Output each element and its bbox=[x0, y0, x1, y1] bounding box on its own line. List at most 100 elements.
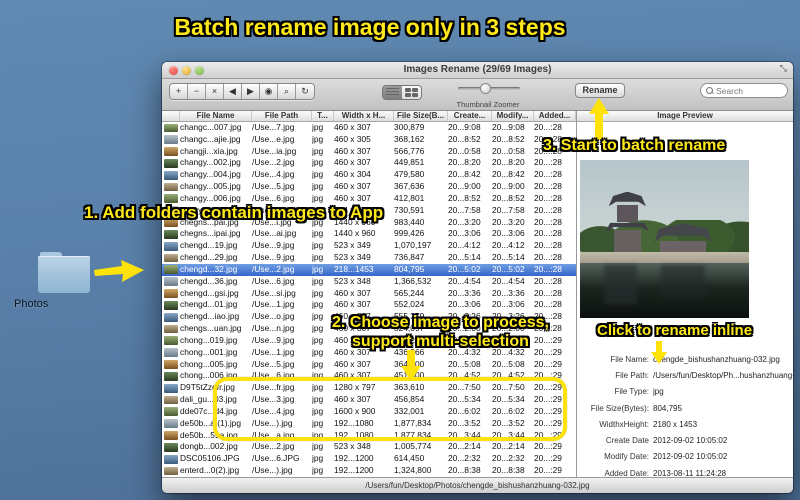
thumbnail-icon bbox=[164, 289, 178, 298]
table-row[interactable]: changy...005.jpg/Use...5.jpg jpg 460 x 307… bbox=[162, 181, 576, 193]
table-cell: /Use...5.jpg bbox=[252, 181, 295, 192]
thumbnail-icon bbox=[164, 419, 178, 429]
slider-knob[interactable] bbox=[480, 83, 491, 94]
table-cell: 566,776 bbox=[394, 145, 425, 156]
refresh-button[interactable]: ↻ bbox=[296, 84, 314, 99]
table-cell: jpg bbox=[312, 311, 324, 322]
table-row[interactable]: chong...005.jpg/Use...5.jpgjpg460 x 3073… bbox=[162, 359, 576, 371]
table-cell: 460 x 307 bbox=[334, 145, 371, 156]
table-cell: 20...3:06 bbox=[492, 299, 525, 310]
column-header-File Size(B...[interactable]: File Size(B... bbox=[394, 111, 448, 121]
table-cell: 20...3:06 bbox=[448, 228, 481, 239]
thumbnail-icon bbox=[164, 135, 178, 145]
table-cell: 460 x 307 bbox=[334, 122, 371, 132]
table-row[interactable]: chengd...29.jpg/Use...9.jpg jpg 523 x 349 7… bbox=[162, 252, 576, 264]
zoom-window-button[interactable] bbox=[195, 66, 204, 75]
table-cell: 20...:28 bbox=[534, 192, 562, 203]
search-field[interactable] bbox=[700, 83, 788, 98]
table-row[interactable]: chengd...36.jpg/Use...6.jpg jpg 523 x 348 1… bbox=[162, 276, 576, 288]
table-cell: 20...4:12 bbox=[492, 240, 525, 251]
column-header-Create...[interactable]: Create... bbox=[448, 111, 492, 121]
table-cell: chong...019.jpg bbox=[180, 334, 238, 345]
table-cell: 523 x 348 bbox=[334, 275, 371, 286]
title-bar[interactable]: Images Rename (29/69 Images) ⤡ bbox=[162, 62, 793, 79]
thumbnail-icon bbox=[164, 324, 178, 334]
multi-selection-highlight-rect bbox=[213, 377, 567, 441]
search-button[interactable]: ⌕ bbox=[278, 84, 296, 99]
photos-folder-icon[interactable] bbox=[38, 252, 90, 294]
table-cell: 20...8:52 bbox=[492, 133, 525, 144]
table-row[interactable]: changc...007.jpg/Use...7.jpg jpg 460 x 307… bbox=[162, 122, 576, 134]
info-label: WidthxHeight: bbox=[599, 419, 649, 429]
table-cell: 20...8:52 bbox=[492, 192, 525, 203]
table-cell: 1440 x 960 bbox=[334, 228, 376, 239]
delete-button[interactable]: × bbox=[206, 84, 224, 99]
table-cell: 192...1200 bbox=[334, 465, 374, 476]
table-row[interactable]: changy...002.jpg/Use...2.jpg jpg 460 x 307… bbox=[162, 157, 576, 169]
table-cell: 20...2:14 bbox=[492, 441, 525, 452]
table-cell: 1,324,800 bbox=[394, 465, 432, 476]
table-row[interactable]: dongb...002.jpg/Use...2.jpg jpg 523 x 348 1… bbox=[162, 441, 576, 453]
search-input[interactable] bbox=[716, 85, 782, 96]
table-cell: 20...:28 bbox=[534, 287, 562, 298]
add-button[interactable]: + bbox=[170, 84, 188, 99]
table-cell: 460 x 307 bbox=[334, 358, 371, 369]
table-cell: /Use...e.jpg bbox=[252, 133, 295, 144]
grid-view-button[interactable] bbox=[402, 86, 421, 99]
table-row[interactable]: changji...xia.jpg/Use...ia.jpg jpg 460 x 3… bbox=[162, 146, 576, 158]
table-row[interactable]: changc...ajie.jpg/Use...e.jpg jpg 460 x 30… bbox=[162, 134, 576, 146]
table-row[interactable]: chengd...01.jpg/Use...1.jpg jpg 460 x 307 5… bbox=[162, 299, 576, 311]
preview-button[interactable]: ◉ bbox=[260, 84, 278, 99]
info-label: File Name: bbox=[610, 354, 649, 364]
column-header-icon[interactable] bbox=[162, 111, 180, 121]
thumbnail-zoomer-slider[interactable] bbox=[458, 83, 520, 94]
rename-button[interactable]: Rename bbox=[575, 83, 625, 98]
remove-button[interactable]: − bbox=[188, 84, 206, 99]
thumbnail-icon bbox=[164, 147, 178, 156]
previous-button[interactable]: ◀ bbox=[224, 84, 242, 99]
thumbnail-icon bbox=[164, 300, 178, 310]
column-header-T...[interactable]: T... bbox=[312, 111, 334, 121]
table-cell: 523 x 348 bbox=[334, 441, 371, 452]
table-cell: /Use...6.jpg bbox=[252, 275, 295, 286]
column-header-File Name[interactable]: File Name bbox=[180, 111, 252, 121]
table-cell: jpg bbox=[312, 157, 324, 168]
table-cell: 479,580 bbox=[394, 169, 425, 180]
close-window-button[interactable] bbox=[169, 66, 178, 75]
table-cell: dongb...002.jpg bbox=[180, 441, 238, 452]
table-row[interactable]: chengd...19.jpg/Use...9.jpg jpg 523 x 349 1… bbox=[162, 240, 576, 252]
thumbnail-icon bbox=[164, 348, 178, 358]
grid-icon bbox=[405, 88, 418, 97]
table-row[interactable]: chengd...32.jpg/Use...2.jpg jpg 218...1453… bbox=[162, 263, 576, 276]
fullscreen-icon[interactable]: ⤡ bbox=[780, 63, 787, 74]
column-header-Modify...[interactable]: Modify... bbox=[492, 111, 534, 121]
column-header-Added...[interactable]: Added... bbox=[534, 111, 576, 121]
table-cell: 20...9:08 bbox=[448, 122, 481, 132]
table-cell: 730,591 bbox=[394, 204, 425, 215]
file-name-inline-edit[interactable]: chengde_bishushanzhuang-032.jpg bbox=[653, 355, 794, 364]
column-header-File Path[interactable]: File Path bbox=[252, 111, 312, 121]
table-cell: /Use...ai.jpg bbox=[252, 228, 297, 239]
table-row[interactable]: DSC05106.JPG/Use...6.JPG jpg 192...1200 614… bbox=[162, 453, 576, 465]
table-row[interactable]: enterd...0(2).jpg/Use...).jpg jpg 192...12… bbox=[162, 465, 576, 477]
next-button[interactable]: ▶ bbox=[242, 84, 260, 99]
minimize-window-button[interactable] bbox=[182, 66, 191, 75]
thumbnail-icon bbox=[164, 360, 178, 369]
list-view-button[interactable] bbox=[383, 86, 402, 99]
table-cell: 614,450 bbox=[394, 453, 425, 464]
table-cell: jpg bbox=[312, 358, 324, 369]
table-row[interactable]: chengd...gsi.jpg/Use...si.jpg jpg 460 x 30… bbox=[162, 288, 576, 300]
table-cell: chegns...ipai.jpg bbox=[180, 228, 241, 239]
table-cell: chong...005.jpg bbox=[180, 358, 238, 369]
info-label: Modify Date: bbox=[604, 452, 649, 462]
desktop-background: Batch rename image only in 3 steps 1. Ad… bbox=[0, 0, 800, 500]
thumbnail-icon bbox=[164, 466, 178, 476]
table-cell: /Use...1.jpg bbox=[252, 299, 295, 310]
column-header-Width x H...[interactable]: Width x H... bbox=[334, 111, 394, 121]
table-row[interactable]: changy...004.jpg/Use...4.jpg jpg 460 x 304… bbox=[162, 169, 576, 181]
table-row[interactable]: chegns...ipai.jpg/Use...ai.jpg jpg 1440 x … bbox=[162, 228, 576, 240]
thumbnail-icon bbox=[164, 454, 178, 464]
thumbnail-zoomer-label: Thumbnail Zoomer bbox=[456, 100, 520, 109]
table-cell: 20...:28 bbox=[534, 216, 562, 227]
thumbnail-icon bbox=[164, 182, 178, 192]
